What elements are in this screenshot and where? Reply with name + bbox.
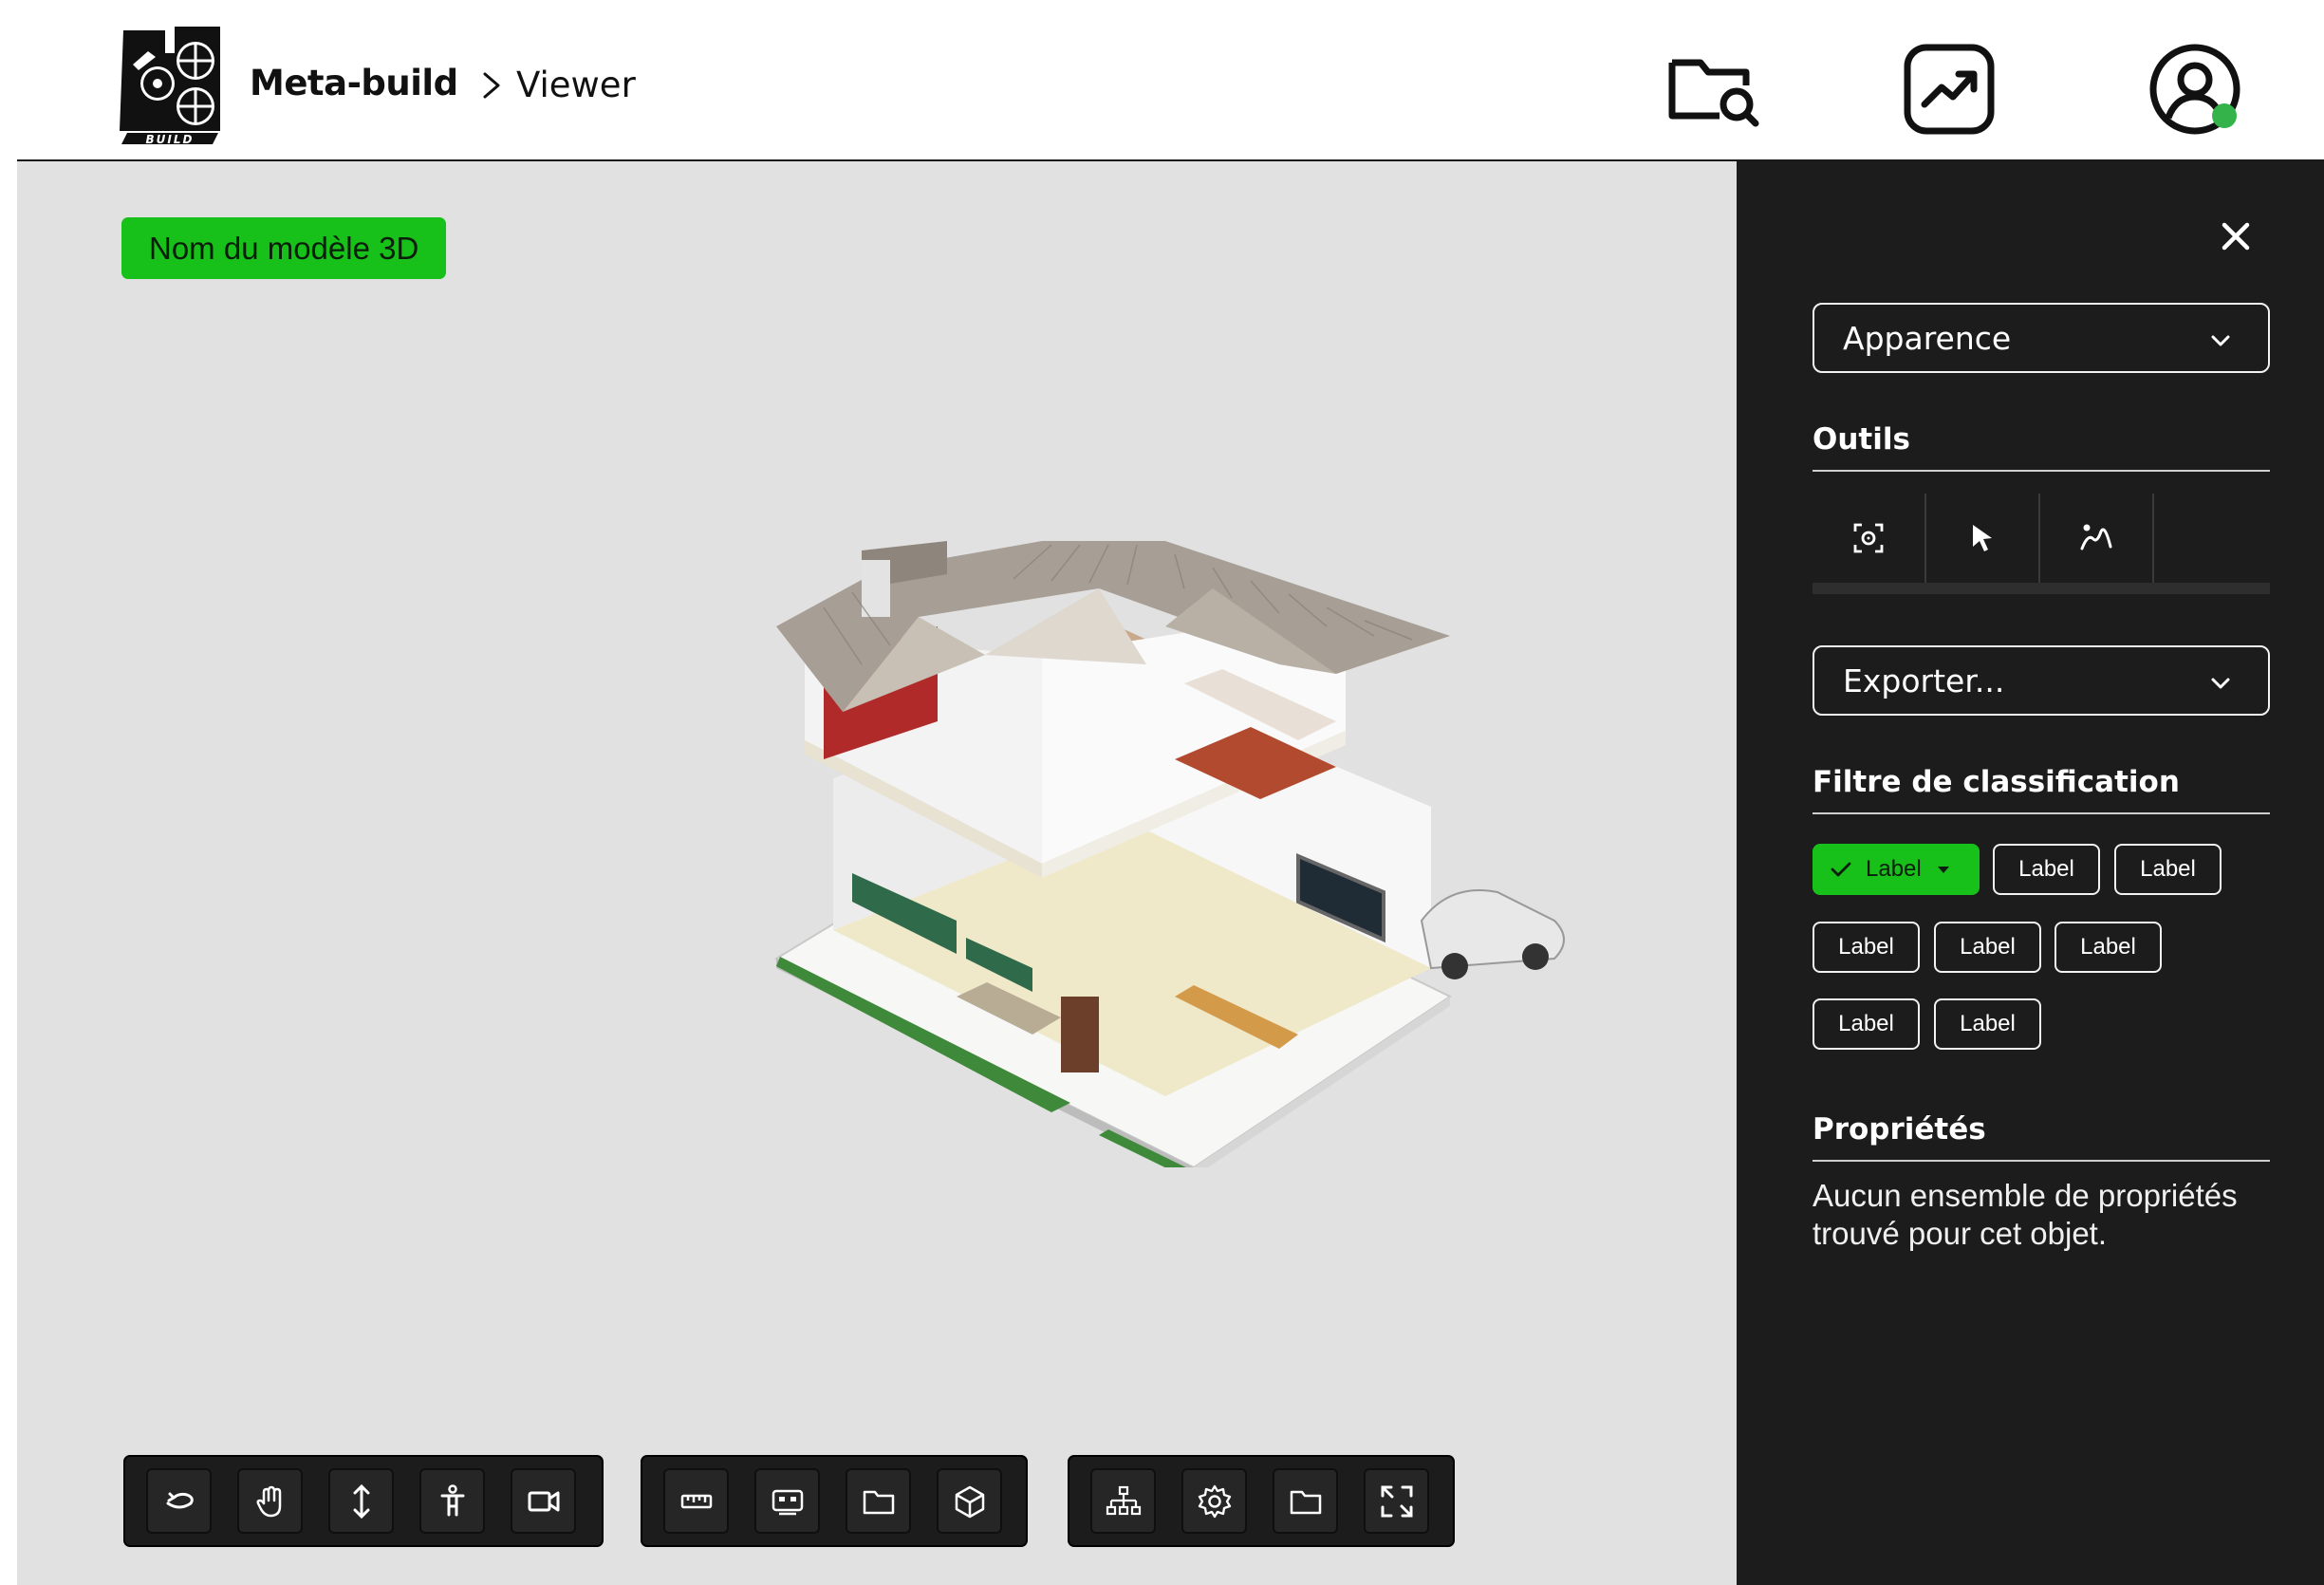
fullscreen-icon[interactable] <box>1364 1468 1429 1534</box>
chevron-down-icon <box>2211 335 2230 346</box>
cube-icon[interactable] <box>937 1468 1002 1534</box>
svg-text:BUILD: BUILD <box>146 133 195 146</box>
view-toolbar <box>1068 1455 1455 1547</box>
filter-chip[interactable]: Label <box>1813 922 1920 973</box>
model-name-badge: Nom du modèle 3D <box>121 217 447 279</box>
caret-down-icon <box>1937 867 1949 873</box>
model-tree-icon[interactable] <box>1090 1468 1156 1534</box>
pan-hand-icon[interactable] <box>237 1468 303 1534</box>
navigation-toolbar <box>123 1455 604 1547</box>
user-account-icon[interactable] <box>2147 42 2242 137</box>
settings-gear-icon[interactable] <box>1181 1468 1247 1534</box>
first-person-icon[interactable] <box>419 1468 485 1534</box>
classification-filter-title: Filtre de classification <box>1813 765 2270 814</box>
tools-section-title: Outils <box>1813 422 2270 472</box>
export-select[interactable]: Exporter... <box>1813 645 2270 716</box>
filter-chip[interactable]: Label <box>2114 844 2222 895</box>
filter-chip[interactable]: Label <box>1813 998 1920 1050</box>
vertical-move-icon[interactable] <box>328 1468 394 1534</box>
app-header: BUILD Meta-build Viewer <box>0 0 2324 161</box>
breadcrumb-current: Viewer <box>516 65 636 105</box>
export-select-value: Exporter... <box>1843 662 2005 699</box>
properties-empty-message: Aucun ensemble de propriétés trouvé pour… <box>1813 1178 2238 1251</box>
tools-toolbar <box>641 1455 1028 1547</box>
chevron-right-icon <box>483 72 500 99</box>
house-3d-model[interactable] <box>767 522 1602 1167</box>
close-icon[interactable] <box>2217 217 2255 255</box>
3d-viewport[interactable]: Nom du modèle 3D <box>17 161 1737 1585</box>
filter-chip-active[interactable]: Label <box>1813 844 1980 895</box>
tools-row <box>1813 494 2270 590</box>
camera-icon[interactable] <box>511 1468 576 1534</box>
filter-chip[interactable]: Label <box>1934 998 2041 1050</box>
chevron-down-icon <box>2211 678 2230 689</box>
online-status-dot <box>2212 103 2237 128</box>
filter-chip-label: Label <box>1866 856 1922 882</box>
brand-name[interactable]: Meta-build <box>250 63 458 103</box>
section-box-icon[interactable] <box>754 1468 820 1534</box>
appearance-select-value: Apparence <box>1843 319 2012 357</box>
properties-panel: Apparence Outils Exporter... Filtre de c… <box>1737 161 2324 1585</box>
tools-scrollbar[interactable] <box>1813 583 2270 594</box>
select-pointer-icon[interactable] <box>1926 494 2040 583</box>
filter-chip[interactable]: Label <box>1993 844 2100 895</box>
check-icon <box>1831 862 1851 877</box>
properties-section-title: Propriétés <box>1813 1112 2270 1162</box>
folder-search-icon[interactable] <box>1666 42 1761 137</box>
focus-target-icon[interactable] <box>1813 494 1926 583</box>
orbit-icon[interactable] <box>146 1468 212 1534</box>
measure-ruler-icon[interactable] <box>663 1468 729 1534</box>
folder-icon[interactable] <box>1273 1468 1338 1534</box>
filter-chip[interactable]: Label <box>2054 922 2162 973</box>
folder-icon[interactable] <box>846 1468 911 1534</box>
filter-chip[interactable]: Label <box>1934 922 2041 973</box>
walk-path-icon[interactable] <box>2040 494 2154 583</box>
analytics-icon[interactable] <box>1902 42 1997 137</box>
meta-build-logo[interactable]: BUILD <box>120 27 220 146</box>
appearance-select[interactable]: Apparence <box>1813 303 2270 373</box>
